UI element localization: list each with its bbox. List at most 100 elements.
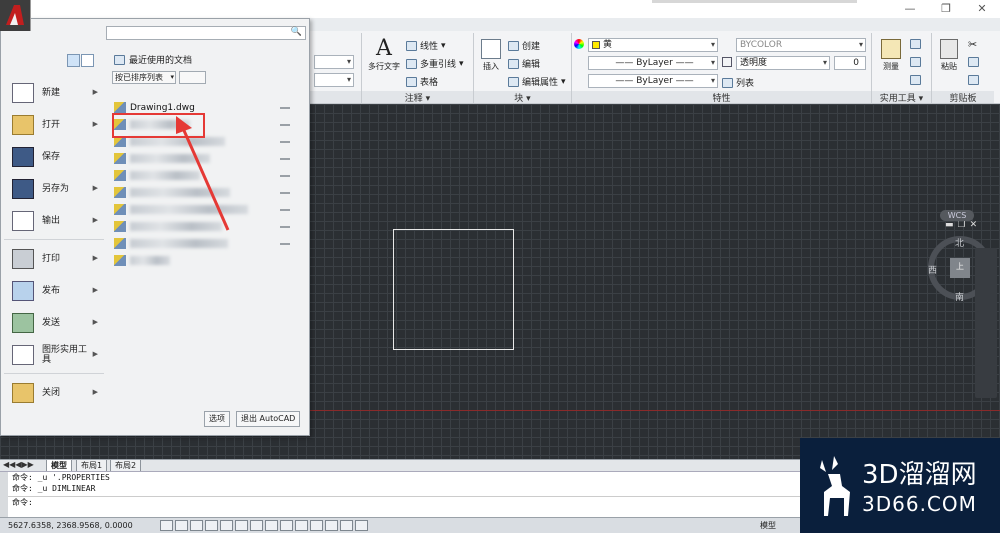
close-button[interactable]: ✕ [964,0,1000,18]
ortho-toggle[interactable] [205,520,218,531]
lweight-toggle[interactable] [310,520,323,531]
linetype-dropdown[interactable]: —— ByLayer —— [588,56,718,70]
utilities-group-label[interactable]: 实用工具 ▾ [872,91,931,104]
snap-toggle[interactable] [175,520,188,531]
measure-button[interactable]: 测量 [878,39,904,72]
mtext-button[interactable]: A 多行文字 [368,37,400,72]
wcs-menu[interactable]: WCS [940,210,974,221]
3d-osnap-toggle[interactable] [250,520,263,531]
viewport-close-icon[interactable]: ✕ [970,220,978,230]
navigation-bar[interactable] [975,248,997,398]
lineweight-dropdown[interactable]: —— ByLayer —— [588,74,718,88]
menu-open[interactable]: 打开 ▶ [4,109,104,141]
infer-constraints-toggle[interactable] [160,520,173,531]
recent-doc-item[interactable] [114,235,306,252]
recent-doc-item[interactable] [114,150,306,167]
recent-docs-view-button[interactable] [67,54,80,67]
viewport-minimize-icon[interactable]: ▬ [945,220,954,230]
partial-dropdown-1[interactable] [314,55,354,69]
viewcube-south[interactable]: 南 [955,290,964,303]
restore-button[interactable]: ❐ [928,0,964,18]
pin-icon[interactable] [280,188,290,194]
sort-dropdown[interactable]: 按已排序列表 [112,71,176,84]
menu-print[interactable]: 打印 ▶ [4,243,104,275]
match-properties-icon[interactable] [968,75,979,85]
drawn-rectangle[interactable] [393,229,514,350]
edit-block-icon [508,58,519,69]
application-button[interactable] [0,0,31,31]
transparency-icon [722,57,732,67]
qp-toggle[interactable] [340,520,353,531]
edit-block-button[interactable]: 编辑 [508,57,540,70]
cut-icon[interactable]: ✂ [968,38,977,51]
dwg-file-icon [114,255,126,266]
paste-button[interactable]: 粘贴 [936,39,962,72]
ducs-toggle[interactable] [280,520,293,531]
menu-close[interactable]: 关闭 ▶ [4,377,104,409]
insert-button[interactable]: 插入 [478,39,504,72]
pin-icon[interactable] [280,103,290,109]
list-button[interactable]: 列表 [722,76,754,89]
menu-new[interactable]: 新建 ▶ [4,77,104,109]
pin-icon[interactable] [280,171,290,177]
pin-icon[interactable] [280,137,290,143]
mleader-button[interactable]: 多重引线 ▾ [406,57,464,70]
block-group-label[interactable]: 块 ▾ [474,91,571,104]
plotstyle-dropdown[interactable]: BYCOLOR [736,38,866,52]
annotation-group-label[interactable]: 注释 ▾ [362,91,473,104]
pin-icon[interactable] [280,205,290,211]
copy-icon[interactable] [968,57,979,67]
minimize-button[interactable]: — [892,0,928,18]
dimension-icon [406,40,417,51]
edit-attribute-button[interactable]: 编辑属性 ▾ [508,75,566,88]
viewcube-west[interactable]: 西 [928,263,937,276]
grid-toggle[interactable] [190,520,203,531]
recent-doc-item[interactable] [114,218,306,235]
menu-export[interactable]: 输出 ▶ [4,205,104,237]
menu-search-input[interactable]: 🔍 [106,26,306,40]
properties-group-label[interactable]: 特性 [572,91,871,104]
exit-autocad-button[interactable]: 退出 AutoCAD [236,411,301,427]
viewcube-north[interactable]: 北 [955,236,964,249]
open-docs-view-button[interactable] [81,54,94,67]
menu-send[interactable]: 发送 ▶ [4,307,104,339]
save-as-icon [12,179,34,199]
otrack-toggle[interactable] [265,520,278,531]
transparency-field[interactable]: 透明度 [736,56,830,70]
quick-select-icon[interactable] [910,39,921,49]
transparency-value[interactable]: 0 [834,56,866,70]
polar-toggle[interactable] [220,520,233,531]
menu-save-as[interactable]: 另存为 ▶ [4,173,104,205]
ruler-icon [881,39,901,59]
partial-dropdown-2[interactable] [314,73,354,87]
linear-dim-button[interactable]: 线性 ▾ [406,39,446,52]
sc-toggle[interactable] [355,520,368,531]
create-block-button[interactable]: 创建 [508,39,540,52]
viewcube-top-face[interactable]: 上 [950,258,970,278]
recent-doc-item[interactable] [114,201,306,218]
pin-icon[interactable] [280,239,290,245]
recent-doc-item[interactable] [114,184,306,201]
options-button[interactable]: 选项 [204,411,230,427]
pin-icon[interactable] [280,154,290,160]
icon-size-dropdown[interactable] [179,71,206,84]
menu-publish[interactable]: 发布 ▶ [4,275,104,307]
model-space-button[interactable]: 模型 [760,520,776,531]
tpy-toggle[interactable] [325,520,338,531]
pin-icon[interactable] [280,222,290,228]
recent-doc-item[interactable] [114,252,306,269]
point-icon[interactable] [910,75,921,85]
menu-save[interactable]: 保存 [4,141,104,173]
dyn-toggle[interactable] [295,520,308,531]
clipboard-group-label[interactable]: 剪贴板 [932,91,994,104]
recent-doc-item[interactable] [114,167,306,184]
dwg-file-icon [114,187,126,198]
calculator-icon[interactable] [910,57,921,67]
pin-icon[interactable] [280,120,290,126]
table-button[interactable]: 表格 [406,75,438,88]
menu-drawing-utilities[interactable]: 图形实用工具 ▶ [4,339,104,371]
osnap-toggle[interactable] [235,520,248,531]
viewport-restore-icon[interactable]: ❐ [958,220,966,230]
tab-nav-arrows[interactable]: ◀◀◀▶▶ [3,460,34,469]
color-dropdown[interactable]: 黄 [588,38,718,52]
